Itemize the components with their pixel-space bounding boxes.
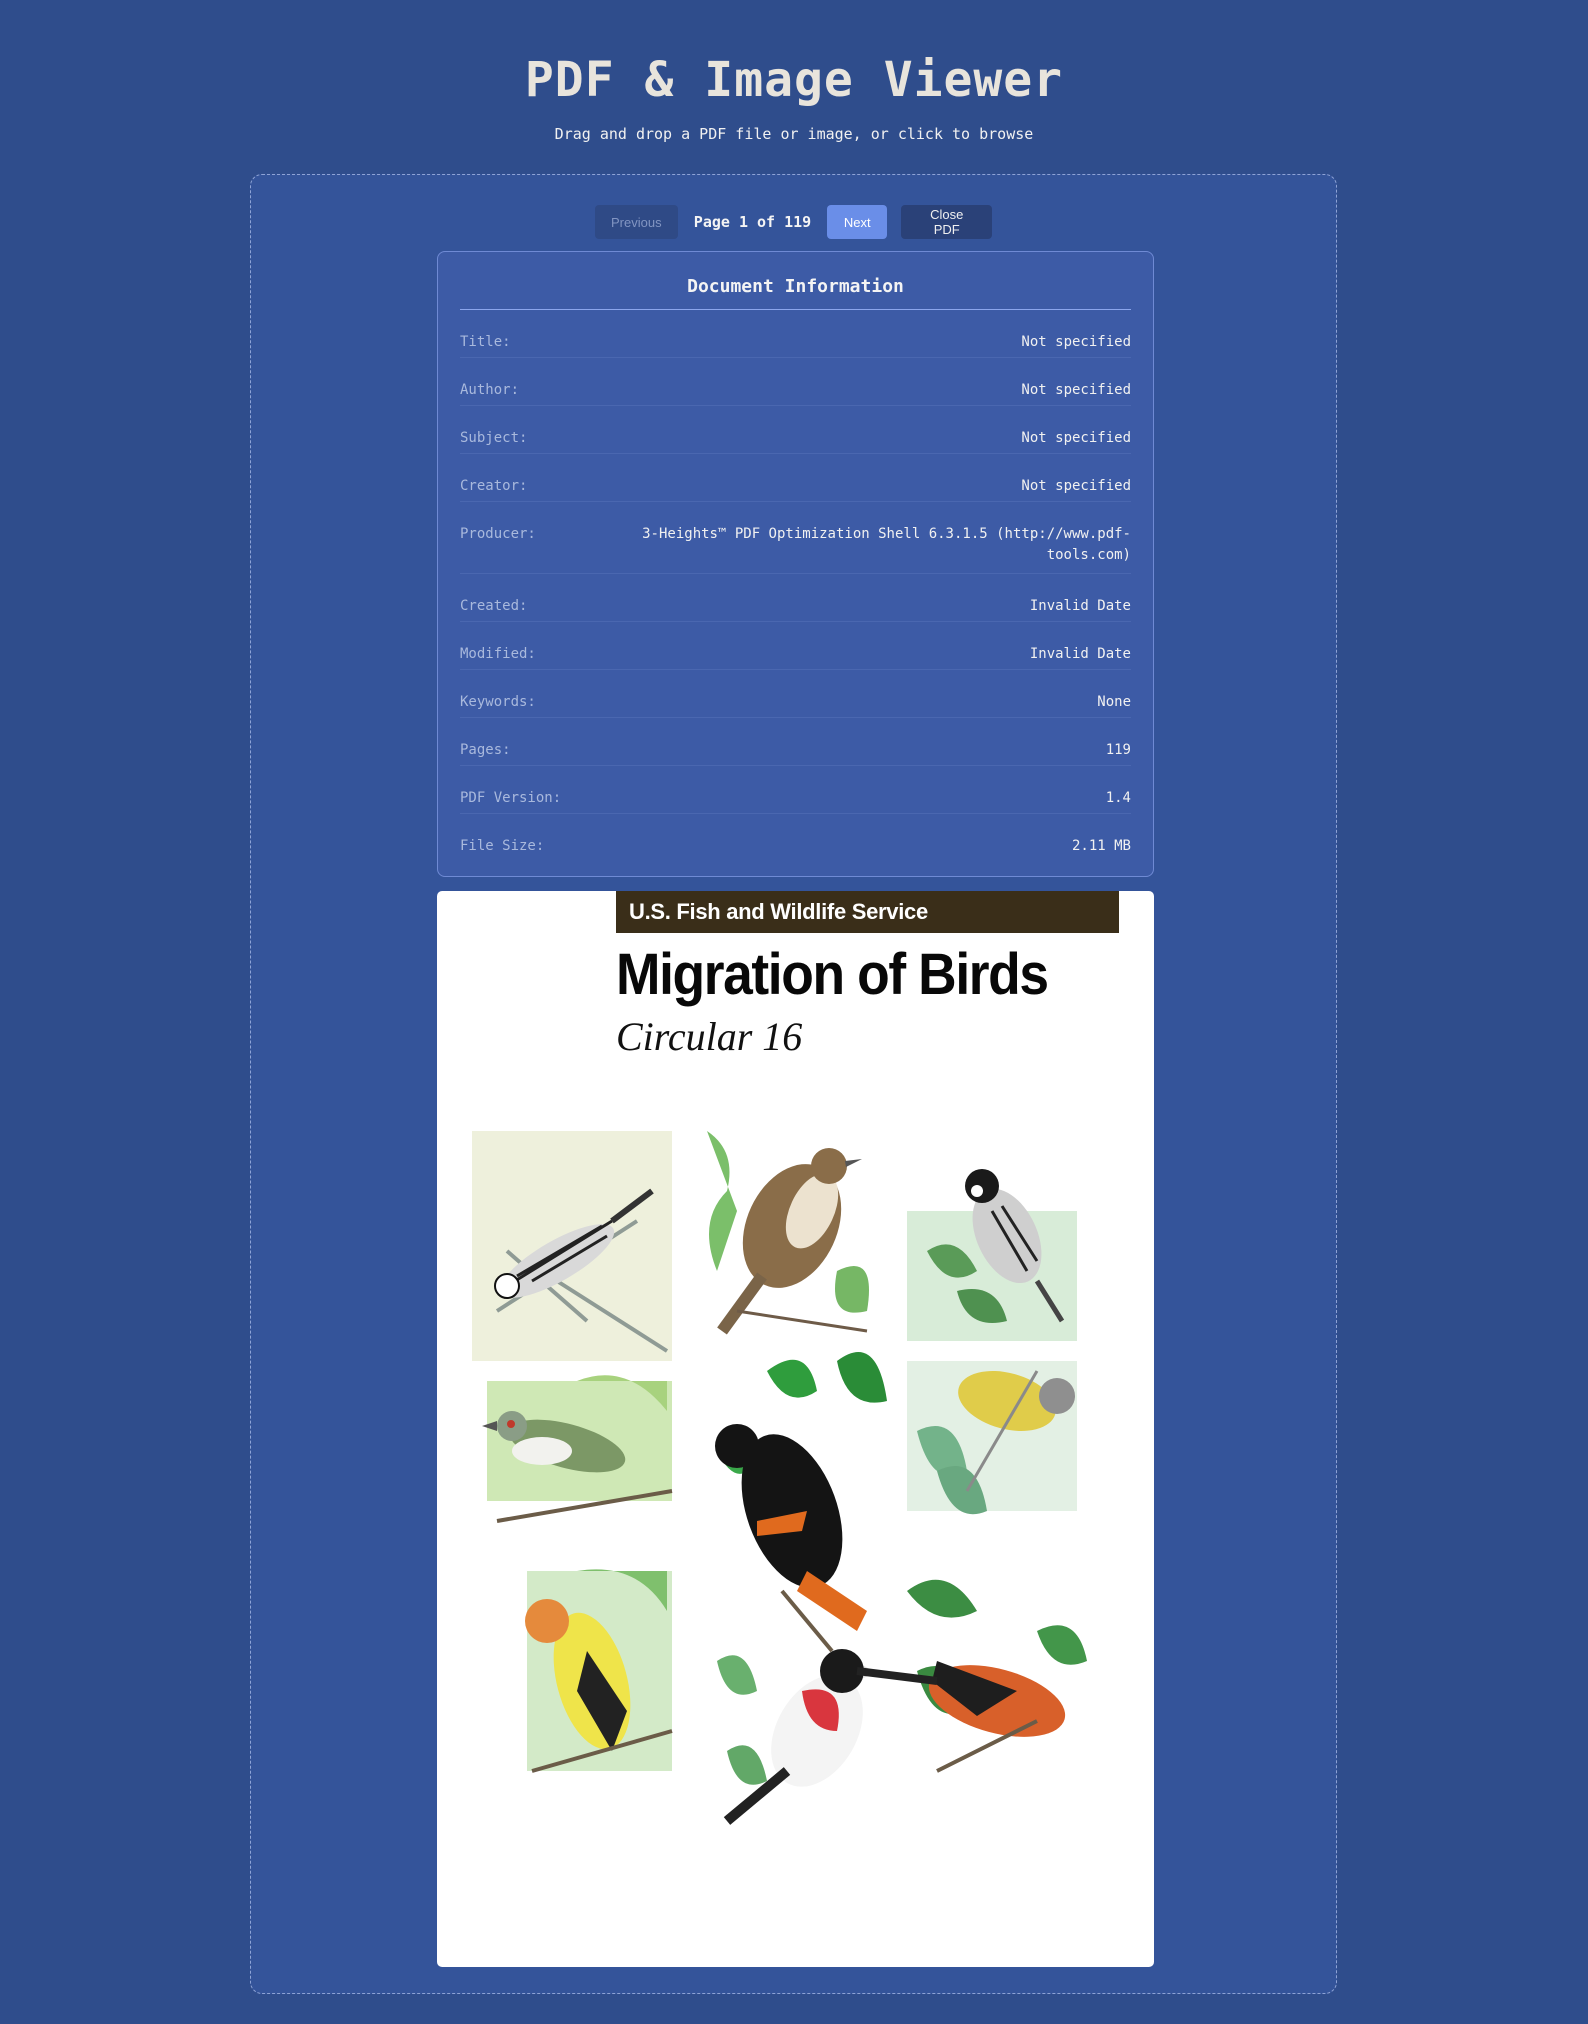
info-row-pages: Pages: 119 bbox=[460, 718, 1131, 766]
page-indicator: Page 1 of 119 bbox=[693, 213, 812, 231]
info-row-modified: Modified: Invalid Date bbox=[460, 622, 1131, 670]
drop-zone[interactable]: Previous Page 1 of 119 Next Close PDF Do… bbox=[250, 174, 1337, 1994]
info-row-producer: Producer: 3-Heights™ PDF Optimization Sh… bbox=[460, 502, 1131, 574]
info-label: Creator: bbox=[460, 478, 528, 494]
close-pdf-button[interactable]: Close PDF bbox=[901, 205, 993, 239]
info-row-pdf-version: PDF Version: 1.4 bbox=[460, 766, 1131, 814]
pdf-page-canvas: U.S. Fish and Wildlife Service Migration… bbox=[437, 891, 1154, 1967]
info-value: None bbox=[1097, 694, 1131, 710]
info-row-title: Title: Not specified bbox=[460, 310, 1131, 358]
document-info-heading: Document Information bbox=[460, 252, 1131, 310]
pager-controls: Previous Page 1 of 119 Next Close PDF bbox=[251, 205, 1336, 239]
info-label: PDF Version: bbox=[460, 790, 562, 806]
info-label: File Size: bbox=[460, 838, 545, 854]
info-value: 2.11 MB bbox=[1071, 838, 1131, 854]
info-value: 3-Heights™ PDF Optimization Shell 6.3.1.… bbox=[642, 526, 1131, 563]
info-row-author: Author: Not specified bbox=[460, 358, 1131, 406]
info-label: Title: bbox=[460, 334, 511, 350]
next-button[interactable]: Next bbox=[827, 205, 888, 239]
bird-illustration-1 bbox=[472, 1131, 672, 1361]
bird-illustration-6 bbox=[907, 1361, 1077, 1515]
info-row-subject: Subject: Not specified bbox=[460, 406, 1131, 454]
previous-button[interactable]: Previous bbox=[594, 205, 678, 239]
info-row-created: Created: Invalid Date bbox=[460, 574, 1131, 622]
info-label: Pages: bbox=[460, 742, 511, 758]
info-label: Created: bbox=[460, 598, 528, 614]
bird-illustration-4 bbox=[482, 1375, 673, 1523]
info-label: Modified: bbox=[460, 646, 536, 662]
info-label: Keywords: bbox=[460, 694, 536, 710]
document-info-panel: Document Information Title: Not specifie… bbox=[437, 251, 1154, 877]
bird-illustration-2 bbox=[707, 1131, 869, 1335]
info-label: Producer: bbox=[460, 526, 536, 542]
app-title: PDF & Image Viewer bbox=[524, 52, 1064, 108]
info-value: Invalid Date bbox=[1029, 646, 1131, 662]
bird-illustration-3 bbox=[907, 1169, 1077, 1341]
info-row-file-size: File Size: 2.11 MB bbox=[460, 814, 1131, 861]
app-subtitle: Drag and drop a PDF file or image, or cl… bbox=[554, 125, 1034, 143]
info-value: Not specified bbox=[1021, 430, 1131, 446]
bird-illustrations bbox=[472, 1131, 1087, 1825]
bird-illustration-7 bbox=[525, 1569, 673, 1773]
info-value: 1.4 bbox=[1105, 790, 1131, 806]
info-label: Subject: bbox=[460, 430, 528, 446]
bird-illustration-5 bbox=[715, 1352, 887, 1653]
info-value: Not specified bbox=[1021, 478, 1131, 494]
info-label: Author: bbox=[460, 382, 520, 398]
info-value: 119 bbox=[1105, 742, 1131, 758]
info-value: Invalid Date bbox=[1029, 598, 1131, 614]
info-row-creator: Creator: Not specified bbox=[460, 454, 1131, 502]
bird-illustration-9 bbox=[856, 1579, 1087, 1773]
info-row-keywords: Keywords: None bbox=[460, 670, 1131, 718]
info-value: Not specified bbox=[1021, 382, 1131, 398]
info-value: Not specified bbox=[1021, 334, 1131, 350]
